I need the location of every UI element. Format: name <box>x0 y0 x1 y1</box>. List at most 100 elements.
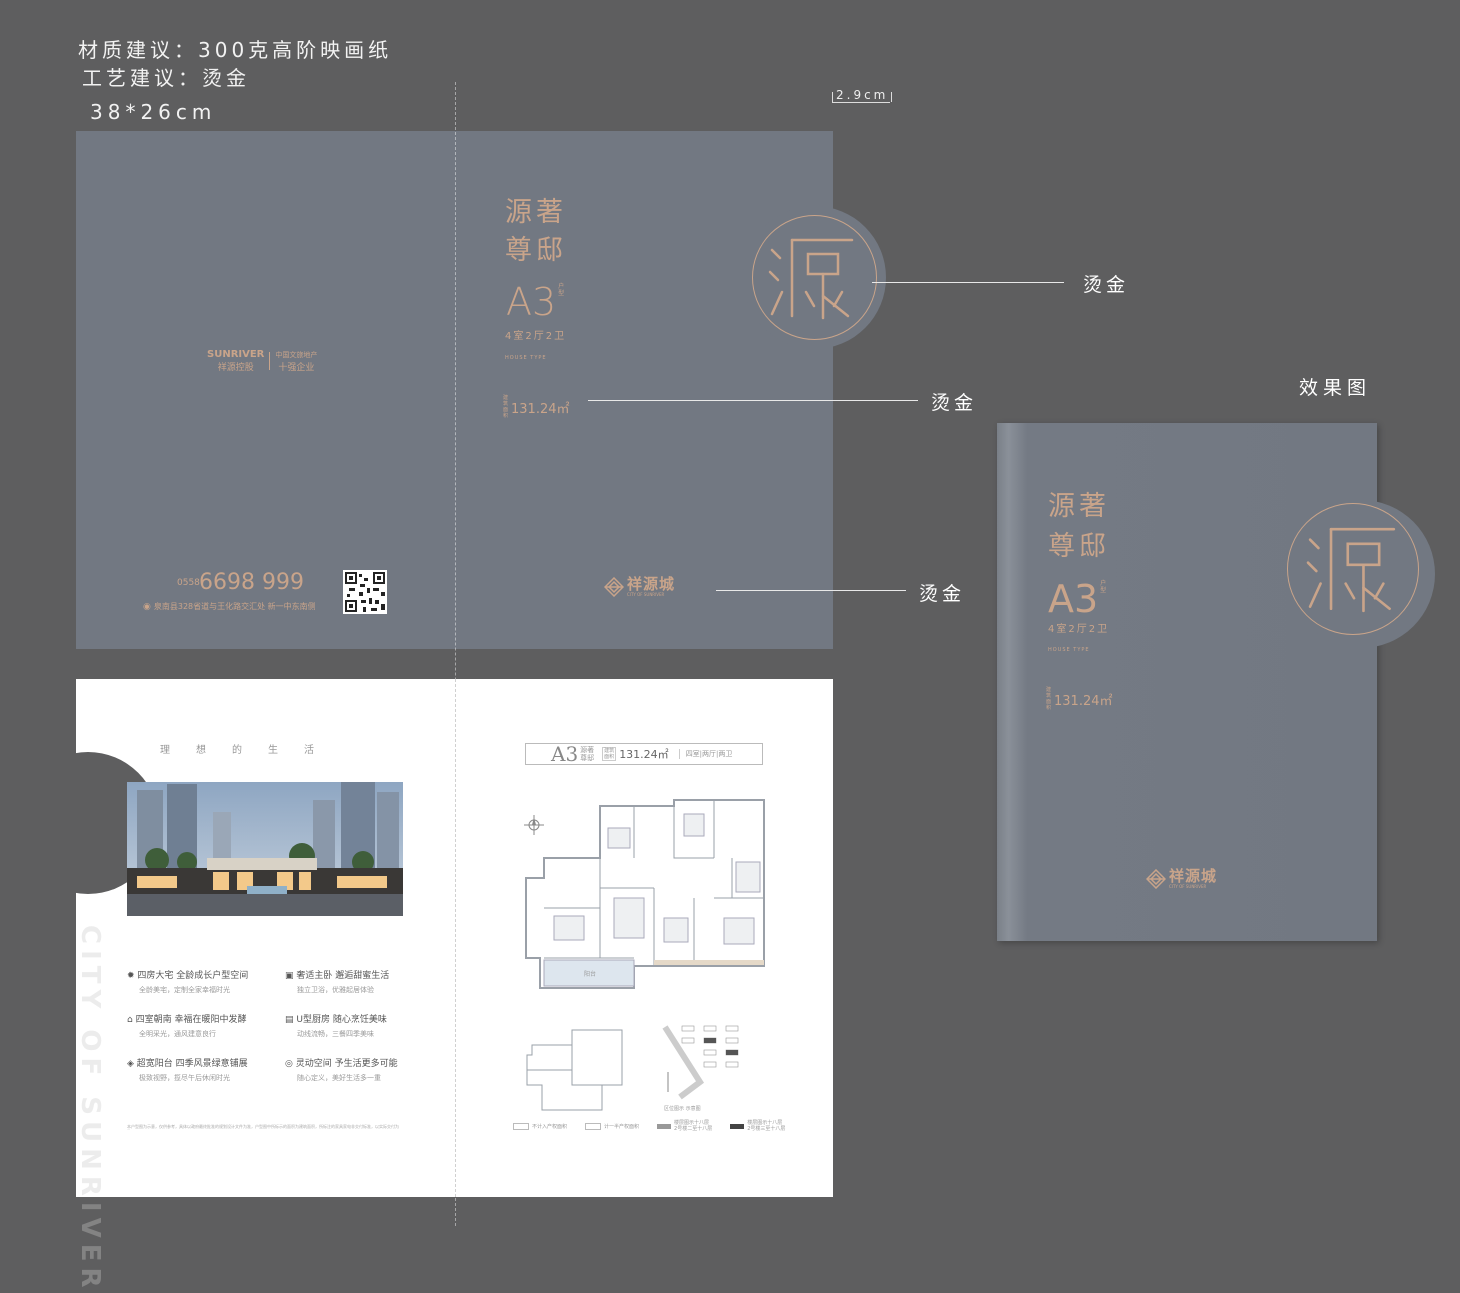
callout-line-area <box>588 400 918 401</box>
balcony-icon: ◈ <box>127 1059 137 1069</box>
qr-code-icon[interactable] <box>343 570 387 614</box>
cover-title-line1: 源著 <box>505 197 567 228</box>
legend-label: 楼层图示十八层 2号楼二至十八层 <box>674 1120 713 1132</box>
preview-area-label: 建筑面积 <box>1046 687 1052 711</box>
preview-seal-glyph-icon <box>1306 527 1396 613</box>
site-label: 区位图示 示意图 <box>664 1105 701 1112</box>
address-block: ◉ 泉南县328省道与王化路交汇处 新一中东南侧 <box>143 601 316 612</box>
cover-area: 建筑面积 131.24㎡ <box>503 395 570 419</box>
callout-brand: 烫金 <box>919 583 966 605</box>
dimension-label: 2.9cm <box>836 88 889 102</box>
preview-brand-mark-icon <box>1146 869 1166 889</box>
feature-sub: 极致视野，揽尽午后休闲时光 <box>139 1074 230 1082</box>
feature-sub: 动线流畅，三餐四季美味 <box>297 1030 374 1038</box>
callout-line-seal <box>872 282 1064 283</box>
phone-number: 6698 999 <box>199 570 304 595</box>
cover-title: 源著 尊邸 <box>505 194 567 270</box>
developer-logo: SUNRIVER 祥源控股 中国文旅地产 十强企业 <box>207 349 317 373</box>
logo-en: SUNRIVER <box>207 349 265 360</box>
feature-item: ✹ 四房大宅 全龄成长户型空间 全龄美宅，定制全家幸福时光 <box>127 968 267 995</box>
feature-sub: 随心定义，美好生活多一重 <box>297 1074 381 1082</box>
feature-sub: 全龄美宅，定制全家幸福时光 <box>139 986 230 994</box>
unit-suffix: 户型 <box>558 283 565 297</box>
legend-label: 不计入产权面积 <box>532 1123 568 1130</box>
legend-label: 楼层图示十八层 2号楼三至十八层 <box>747 1120 786 1132</box>
logo-tag2: 十强企业 <box>278 362 315 373</box>
plan-name-line2: 尊邸 <box>580 754 595 762</box>
preview-unit: A3 <box>1048 577 1099 621</box>
unit-type: A3 <box>506 280 557 324</box>
feature-item: ⌂ 四室朝南 幸福在暖阳中发酵 全明采光，通风建意良行 <box>127 1012 267 1039</box>
preview-label: 效果图 <box>1299 377 1372 399</box>
legend-item: 计一半产权面积 <box>585 1120 639 1132</box>
bed-icon: ▣ <box>285 971 297 981</box>
cover-house-type: HOUSE TYPE <box>505 355 547 361</box>
preview-layout: 4室2厅2卫 <box>1048 624 1110 635</box>
legend-label: 计一半产权面积 <box>604 1123 640 1130</box>
craft-spec: 工艺建议：烫金 <box>82 66 250 90</box>
preview-area-value: 131.24㎡ <box>1054 693 1113 709</box>
phone-prefix: 0558 <box>177 577 200 588</box>
plan-name: 源著 尊邸 <box>580 746 594 762</box>
brand-name: 祥源城 <box>627 575 676 593</box>
callout-area: 烫金 <box>931 392 978 414</box>
vertical-brand-block: CITY OF SUNRIVER <box>60 920 120 1293</box>
preview-title-line2: 尊邸 <box>1048 531 1110 562</box>
area-value: 131.24㎡ <box>511 401 570 417</box>
kitchen-icon: ▤ <box>285 1015 297 1025</box>
seal-glyph-icon <box>768 238 854 320</box>
plan-rooms: 四室|两厅|两卫 <box>678 749 732 759</box>
legend-item: 楼层图示十八层 2号楼二至十八层 <box>657 1120 712 1132</box>
preview-brand-name: 祥源城 <box>1169 867 1218 885</box>
feature-title: 四室朝南 幸福在暖阳中发酵 <box>135 1015 247 1025</box>
site-plan: 区位图示 示意图 <box>662 1025 739 1112</box>
plan-unit: A3 <box>551 742 579 766</box>
floorplan-drawing: 阳台 <box>525 799 765 989</box>
preview-unit-type: A3 户型 <box>1048 580 1106 618</box>
callout-seal: 烫金 <box>1083 274 1130 296</box>
callout-line-brand <box>716 590 906 591</box>
floorplan-header: A3 源著 尊邸 建筑 面积 131.24㎡ 四室|两厅|两卫 <box>525 742 763 766</box>
area-label: 建筑面积 <box>503 395 509 419</box>
preview-brand-logo: 祥源城 CITY OF SUNRIVER <box>1146 869 1217 889</box>
address-text: 泉南县328省道与王化路交汇处 新一中东南侧 <box>153 602 316 611</box>
feature-item: ◎ 灵动空间 予生活更多可能 随心定义，美好生活多一重 <box>285 1056 425 1083</box>
cover-title-line2: 尊邸 <box>505 235 567 266</box>
preview-house-type: HOUSE TYPE <box>1048 647 1090 653</box>
plan-area: 131.24㎡ <box>619 748 669 761</box>
feature-title: 奢适主卧 邂逅甜蜜生活 <box>296 971 390 981</box>
cover-layout: 4室2厅2卫 <box>505 331 567 342</box>
feature-item: ◈ 超宽阳台 四季风景绿意铺展 极致视野，揽尽午后休闲时光 <box>127 1056 267 1083</box>
feature-sub: 全明采光，通风建意良行 <box>139 1030 216 1038</box>
feature-item: ▣ 奢适主卧 邂逅甜蜜生活 独立卫浴，优雅起居体验 <box>285 968 425 995</box>
feature-title: 四房大宅 全龄成长户型空间 <box>137 971 249 981</box>
legend-item: 不计入产权面积 <box>513 1120 567 1132</box>
plan-area-label2: 面积 <box>604 754 615 760</box>
feature-title: 超宽阳台 四季风景绿意铺展 <box>136 1059 248 1069</box>
preview-unit-suffix: 户型 <box>1100 580 1107 594</box>
building-rendering-image <box>127 782 403 916</box>
house-icon: ⌂ <box>127 1015 136 1025</box>
brand-logo: 祥源城 CITY OF SUNRIVER <box>604 577 675 597</box>
phone-block: 0558 6698 999 <box>177 570 304 595</box>
feature-title: U型厨房 随心烹饪美味 <box>296 1015 387 1025</box>
legend-item: 楼层图示十八层 2号楼三至十八层 <box>730 1120 785 1132</box>
preview-title: 源著 尊邸 <box>1048 487 1110 567</box>
preview-title-line1: 源著 <box>1048 491 1110 522</box>
die-cut-edge <box>17 752 76 894</box>
sun-icon: ✹ <box>127 971 138 981</box>
preview-area: 建筑面积 131.24㎡ <box>1046 687 1113 711</box>
logo-cn: 祥源控股 <box>217 363 254 373</box>
plan-name-line1: 源著 <box>580 746 595 754</box>
inner-heading: 理 想 的 生 活 <box>160 745 316 756</box>
dimension-line <box>832 102 890 103</box>
feature-sub: 独立卫浴，优雅起居体验 <box>297 986 374 994</box>
logo-tag1: 中国文旅地产 <box>275 350 318 359</box>
feature-title: 灵动空间 予生活更多可能 <box>295 1059 398 1069</box>
inner-fold-line <box>455 679 456 1197</box>
size-spec: 38*26cm <box>90 100 217 124</box>
plan-area-label: 建筑 面积 <box>602 747 617 761</box>
brand-mark-icon <box>604 577 624 597</box>
balcony-label: 阳台 <box>584 970 596 978</box>
material-spec: 材质建议：300克高阶映画纸 <box>78 38 393 62</box>
